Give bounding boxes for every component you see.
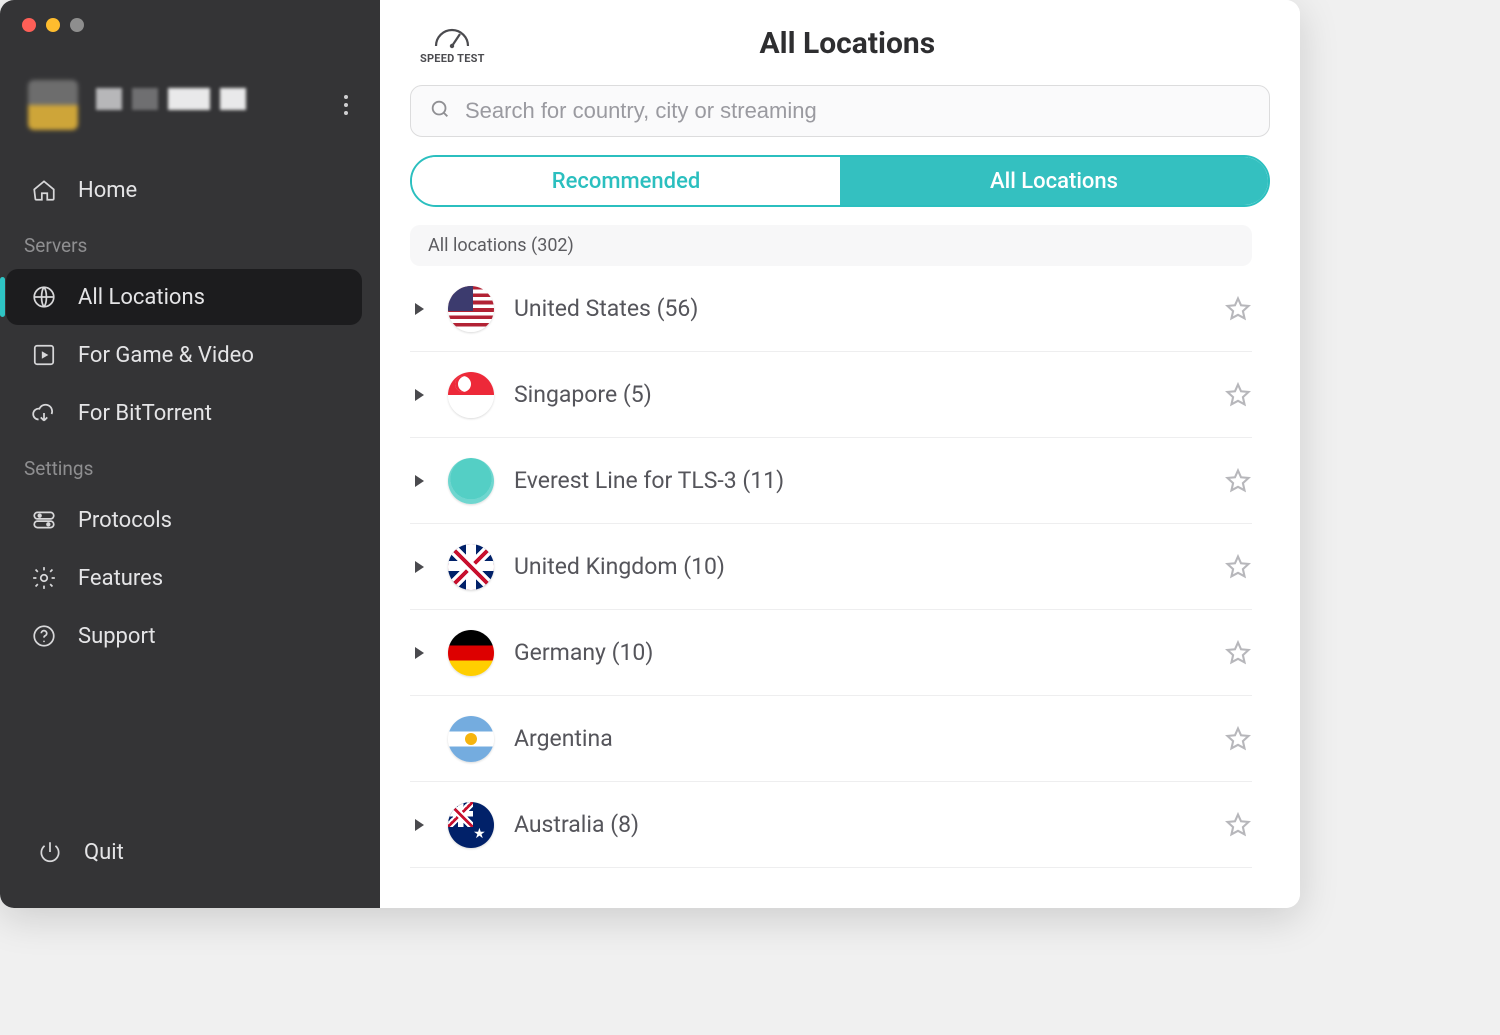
sidebar-item-features[interactable]: Features — [6, 550, 362, 606]
location-row[interactable]: United Kingdom (10) — [410, 524, 1252, 610]
main-content: SPEED TEST All Locations Recommended All… — [380, 0, 1300, 908]
window-controls — [0, 0, 380, 40]
power-icon — [36, 838, 64, 866]
main-header: SPEED TEST All Locations — [380, 0, 1300, 79]
search-input[interactable] — [465, 98, 1251, 124]
sidebar-item-label: Support — [78, 624, 156, 649]
sidebar-item-label: For Game & Video — [78, 343, 254, 368]
location-name: Argentina — [514, 725, 1204, 752]
toggles-icon — [30, 506, 58, 534]
page-title: All Locations — [425, 26, 1270, 61]
disclosure-triangle-icon[interactable] — [410, 302, 428, 316]
location-row[interactable]: Singapore (5) — [410, 352, 1252, 438]
home-icon — [30, 176, 58, 204]
disclosure-triangle-icon[interactable] — [410, 560, 428, 574]
flag-icon — [448, 802, 494, 848]
flag-icon — [448, 372, 494, 418]
sidebar-footer: Quit — [0, 822, 380, 908]
disclosure-triangle-icon[interactable] — [410, 646, 428, 660]
close-window-button[interactable] — [22, 18, 36, 32]
search-icon — [429, 98, 451, 124]
sidebar-item-label: All Locations — [78, 285, 205, 310]
location-name: Singapore (5) — [514, 381, 1204, 408]
disclosure-triangle-icon[interactable] — [410, 818, 428, 832]
location-row[interactable]: Germany (10) — [410, 610, 1252, 696]
favorite-star-button[interactable] — [1224, 811, 1252, 839]
sidebar-section-settings: Settings — [0, 443, 372, 490]
app-logo — [28, 80, 78, 130]
sidebar-item-label: For BitTorrent — [78, 401, 212, 426]
account-menu-button[interactable] — [332, 91, 360, 119]
sidebar-item-bittorrent[interactable]: For BitTorrent — [6, 385, 362, 441]
location-row[interactable]: Everest Line for TLS-3 (11) — [410, 438, 1252, 524]
sidebar-section-servers: Servers — [0, 220, 372, 267]
location-name: United States (56) — [514, 295, 1204, 322]
favorite-star-button[interactable] — [1224, 553, 1252, 581]
search-container — [380, 79, 1300, 149]
list-header: All locations (302) — [410, 225, 1252, 266]
sidebar-item-game-video[interactable]: For Game & Video — [6, 327, 362, 383]
search-field[interactable] — [410, 85, 1270, 137]
location-tabs: Recommended All Locations — [410, 155, 1270, 207]
favorite-star-button[interactable] — [1224, 295, 1252, 323]
location-row[interactable]: United States (56) — [410, 266, 1252, 352]
tab-recommended[interactable]: Recommended — [412, 157, 840, 205]
sidebar-item-protocols[interactable]: Protocols — [6, 492, 362, 548]
sidebar-item-label: Features — [78, 566, 163, 591]
zoom-window-button[interactable] — [70, 18, 84, 32]
app-name-obscured — [96, 88, 332, 122]
location-row[interactable]: Australia (8) — [410, 782, 1252, 868]
favorite-star-button[interactable] — [1224, 467, 1252, 495]
flag-icon — [448, 544, 494, 590]
sidebar-item-label: Home — [78, 178, 137, 203]
sidebar-item-home[interactable]: Home — [6, 162, 362, 218]
location-name: Australia (8) — [514, 811, 1204, 838]
sidebar-item-all-locations[interactable]: All Locations — [6, 269, 362, 325]
location-name: Everest Line for TLS-3 (11) — [514, 467, 1204, 494]
globe-icon — [30, 283, 58, 311]
location-list[interactable]: United States (56) Singapore (5) Everest L… — [380, 266, 1300, 908]
brand-row — [0, 40, 380, 160]
disclosure-triangle-icon[interactable] — [410, 474, 428, 488]
favorite-star-button[interactable] — [1224, 725, 1252, 753]
flag-icon — [448, 458, 494, 504]
flag-icon — [448, 286, 494, 332]
sidebar-item-label: Protocols — [78, 508, 172, 533]
minimize-window-button[interactable] — [46, 18, 60, 32]
sidebar-item-support[interactable]: Support — [6, 608, 362, 664]
flag-icon — [448, 630, 494, 676]
sidebar: Home Servers All Locations For Game & Vi… — [0, 0, 380, 908]
cloud-download-icon — [30, 399, 58, 427]
sidebar-item-label: Quit — [84, 840, 124, 865]
gear-icon — [30, 564, 58, 592]
help-icon — [30, 622, 58, 650]
tab-all-locations[interactable]: All Locations — [840, 157, 1268, 205]
play-square-icon — [30, 341, 58, 369]
favorite-star-button[interactable] — [1224, 381, 1252, 409]
location-name: Germany (10) — [514, 639, 1204, 666]
sidebar-nav: Home Servers All Locations For Game & Vi… — [0, 160, 380, 666]
flag-icon — [448, 716, 494, 762]
app-window: Home Servers All Locations For Game & Vi… — [0, 0, 1300, 908]
sidebar-item-quit[interactable]: Quit — [12, 824, 360, 880]
location-row[interactable]: Argentina — [410, 696, 1252, 782]
location-name: United Kingdom (10) — [514, 553, 1204, 580]
favorite-star-button[interactable] — [1224, 639, 1252, 667]
disclosure-triangle-icon[interactable] — [410, 388, 428, 402]
